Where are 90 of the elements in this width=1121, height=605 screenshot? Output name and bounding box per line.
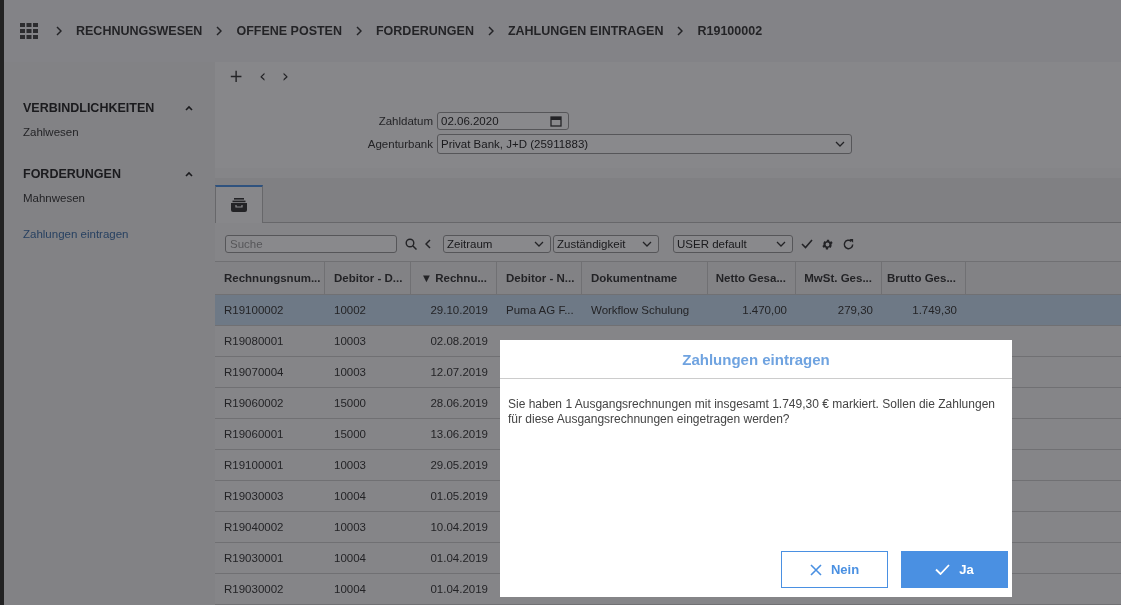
table-cell: R19070004	[224, 366, 284, 378]
dropdown-caret-icon	[776, 241, 786, 247]
table-cell: 10004	[334, 552, 366, 564]
chevron-right-icon	[487, 26, 494, 36]
filter-dropdown[interactable]: Zeitraum	[443, 235, 551, 253]
table-row[interactable]: R19100002 10002 29.10.2019 Puma AG F... Workflow Schulung 1.470,00 279,30 1.749,30	[215, 295, 1121, 326]
column-header[interactable]: ▼ Rechnu...	[411, 262, 497, 294]
table-cell: 01.04.2019	[430, 552, 488, 564]
breadcrumb-link[interactable]: RECHNUNGSWESEN	[76, 24, 203, 38]
section-title[interactable]: FORDERUNGEN	[23, 167, 121, 181]
cancel-button[interactable]: Nein	[781, 551, 888, 588]
column-header[interactable]: Brutto Ges...	[882, 262, 966, 294]
column-header[interactable]: MwSt. Ges...	[796, 262, 882, 294]
checkmark-icon	[935, 564, 951, 575]
field-label: Agenturbank	[366, 138, 433, 150]
sidebar-item[interactable]: Mahnwesen	[4, 184, 215, 212]
previous-button[interactable]: ‹	[257, 66, 269, 86]
add-button[interactable]: +	[227, 66, 246, 86]
table-cell: 10.04.2019	[430, 521, 488, 533]
table-cell: 10003	[334, 366, 366, 378]
breadcrumb-link[interactable]: FORDERUNGEN	[376, 24, 474, 38]
table-cell: R19100002	[224, 304, 284, 316]
table-cell: 10004	[334, 583, 366, 595]
tab[interactable]	[215, 185, 263, 223]
table-cell: R19100001	[224, 459, 284, 471]
table-cell: 10004	[334, 490, 366, 502]
table-cell: 15000	[334, 428, 366, 440]
close-icon	[809, 563, 822, 576]
inbox-tray-icon	[231, 198, 247, 212]
table-cell: Puma AG F...	[506, 304, 574, 316]
table-cell: R19080001	[224, 335, 284, 347]
collapse-caret-icon[interactable]	[185, 105, 193, 111]
table-cell: 10003	[334, 335, 366, 347]
settings-icon[interactable]	[821, 237, 834, 251]
table-cell: 1.749,30	[912, 304, 957, 316]
dropdown-caret-icon	[835, 141, 845, 147]
dropdown-caret-icon	[642, 241, 652, 247]
field-label: Zahldatum	[377, 115, 433, 127]
chevron-right-icon	[677, 26, 684, 36]
table-cell: 1.470,00	[742, 304, 787, 316]
breadcrumb-link[interactable]: ZAHLUNGEN EINTRAGEN	[507, 24, 664, 38]
next-button[interactable]: ›	[280, 66, 291, 86]
table-cell: 29.10.2019	[430, 304, 488, 316]
collapse-caret-icon[interactable]	[185, 171, 193, 177]
dropdown-caret-icon	[534, 241, 544, 247]
dialog-message: Sie haben 1 Ausgangsrechnungen mit insgesamt 1.749,30 € markiert. Sollen die Zahlungen für diese Ausgangsrechnungen eingetragen werden?	[507, 396, 996, 428]
table-cell: 13.06.2019	[430, 428, 488, 440]
table-cell: 279,30	[837, 304, 873, 316]
breadcrumb-link[interactable]: OFFENE POSTEN	[236, 24, 342, 38]
table-cell: 12.07.2019	[430, 366, 488, 378]
chevron-left-icon[interactable]	[425, 239, 431, 249]
chevron-right-icon	[56, 26, 62, 36]
table-cell: R19030002	[224, 583, 284, 595]
table-cell: 10002	[334, 304, 366, 316]
filter-dropdown[interactable]: Zuständigkeit	[553, 235, 659, 253]
breadcrumb-link[interactable]: R19100002	[697, 24, 763, 38]
apps-grid-icon[interactable]	[20, 23, 38, 39]
table-cell: R19060002	[224, 397, 284, 409]
date-field[interactable]: 02.06.2020	[437, 112, 569, 130]
sidebar-item[interactable]: Zahlwesen	[4, 118, 215, 146]
table-cell: 02.08.2019	[430, 335, 488, 347]
chevron-right-icon	[216, 26, 223, 36]
refresh-icon[interactable]	[842, 237, 855, 251]
calendar-icon[interactable]	[550, 115, 562, 127]
table-cell: R19040002	[224, 521, 284, 533]
section-title[interactable]: VERBINDLICHKEITEN	[23, 101, 155, 115]
table-cell: 15000	[334, 397, 366, 409]
table-cell: 01.04.2019	[430, 583, 488, 595]
table-cell: 01.05.2019	[430, 490, 488, 502]
sidebar-item[interactable]: Zahlungen eintragen	[4, 220, 215, 248]
checkmark-icon[interactable]	[801, 239, 813, 249]
filter-dropdown[interactable]: USER default	[673, 235, 793, 253]
table-cell: R19030001	[224, 552, 284, 564]
column-header[interactable]: Debitor - D...	[325, 262, 411, 294]
table-cell: 29.05.2019	[430, 459, 488, 471]
column-header[interactable]: Dokumentname	[582, 262, 708, 294]
confirm-button[interactable]: Ja	[901, 551, 1008, 588]
table-cell: Workflow Schulung	[591, 304, 690, 316]
dialog-title: Zahlungen eintragen	[500, 340, 1012, 379]
table-cell: R19030003	[224, 490, 284, 502]
table-cell: R19060001	[224, 428, 284, 440]
bank-select[interactable]: Privat Bank, J+D (25911883)	[437, 134, 852, 154]
table-cell: 10003	[334, 521, 366, 533]
column-header[interactable]: Netto Gesa...	[708, 262, 796, 294]
column-header[interactable]: Debitor - N...	[497, 262, 582, 294]
column-header[interactable]: Rechnungsnum...	[215, 262, 325, 294]
table-cell: 28.06.2019	[430, 397, 488, 409]
search-icon[interactable]	[405, 238, 417, 250]
table-cell: 10003	[334, 459, 366, 471]
chevron-right-icon	[356, 26, 362, 36]
